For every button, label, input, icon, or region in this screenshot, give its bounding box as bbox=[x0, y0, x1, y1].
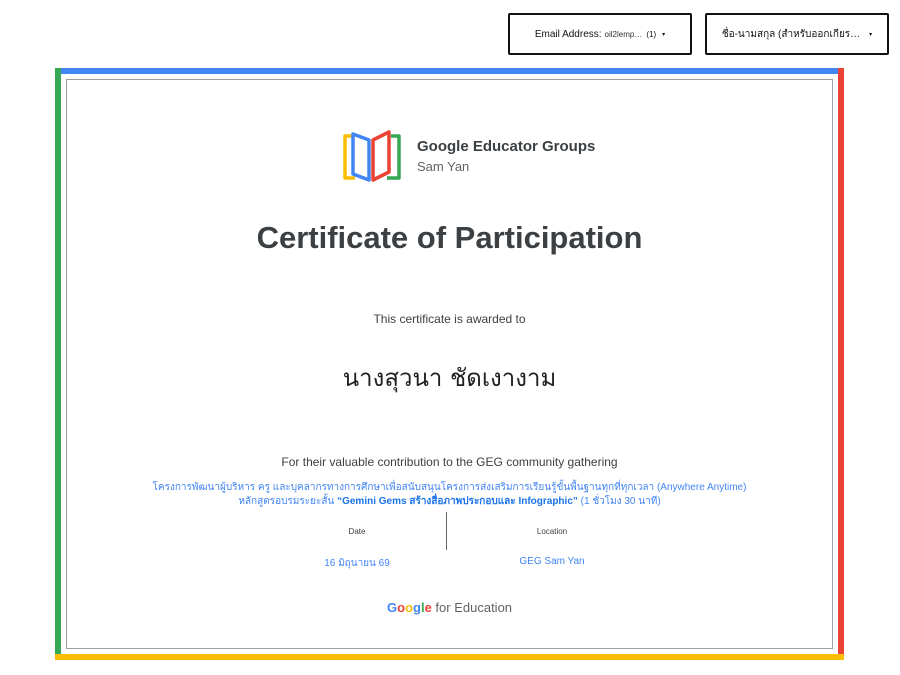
geg-logo: Google Educator Groups Sam Yan bbox=[341, 126, 595, 186]
date-block: Date 16 มิถุนายน 69 bbox=[257, 527, 457, 571]
border-green bbox=[55, 68, 61, 660]
certificate-frame: Google Educator Groups Sam Yan Certifica… bbox=[55, 68, 844, 660]
date-value: 16 มิถุนายน 69 bbox=[324, 558, 390, 569]
program-duration: (1 ชั่วโมง 30 นาที) bbox=[580, 496, 661, 507]
email-filter-value: oil2lemp… bbox=[604, 29, 643, 39]
border-blue bbox=[55, 68, 844, 74]
location-block: Location GEG Sam Yan bbox=[452, 527, 652, 567]
border-yellow bbox=[55, 654, 844, 660]
chevron-down-icon: ▾ bbox=[869, 31, 873, 38]
program-line-1: โครงการพัฒนาผู้บริหาร ครู และบุคลากรทางก… bbox=[152, 482, 747, 493]
google-for-education-logo: Google for Education bbox=[67, 600, 832, 615]
org-name: Google Educator Groups bbox=[417, 138, 596, 155]
meta-divider bbox=[446, 512, 447, 550]
program-prefix: หลักสูตรอบรมระยะสั้น bbox=[238, 496, 335, 507]
name-filter-label: ชื่อ-นามสกุล (สำหรับออกเกียร… bbox=[721, 28, 861, 40]
email-filter-label: Email Address: bbox=[534, 28, 602, 40]
program-line-2: หลักสูตรอบรมระยะสั้น “Gemini Gems สร้างส… bbox=[67, 494, 832, 509]
contribution-text: For their valuable contribution to the G… bbox=[281, 455, 618, 469]
awarded-text: This certificate is awarded to bbox=[373, 312, 526, 326]
program-course-title: “Gemini Gems สร้างสื่อภาพประกอบและ Infog… bbox=[337, 496, 578, 507]
border-red bbox=[838, 68, 844, 660]
location-value: GEG Sam Yan bbox=[519, 556, 585, 567]
date-label: Date bbox=[348, 527, 366, 536]
email-filter-dropdown[interactable]: Email Address: oil2lemp… (1) ▾ bbox=[508, 13, 692, 55]
google-wordmark: Google bbox=[386, 600, 432, 615]
recipient-name: นางสุวนา ชัดเงางาม bbox=[342, 364, 557, 392]
geg-book-icon bbox=[343, 130, 401, 182]
chapter-name: Sam Yan bbox=[417, 159, 470, 174]
for-education-text: for Education bbox=[435, 600, 513, 615]
certificate-body: Google Educator Groups Sam Yan Certifica… bbox=[66, 79, 833, 649]
certificate-title: Certificate of Participation bbox=[256, 220, 643, 255]
chevron-down-icon: ▾ bbox=[662, 31, 666, 38]
email-filter-count: (1) bbox=[646, 29, 657, 39]
location-label: Location bbox=[536, 527, 568, 536]
name-filter-dropdown[interactable]: ชื่อ-นามสกุล (สำหรับออกเกียร… ▾ bbox=[705, 13, 889, 55]
